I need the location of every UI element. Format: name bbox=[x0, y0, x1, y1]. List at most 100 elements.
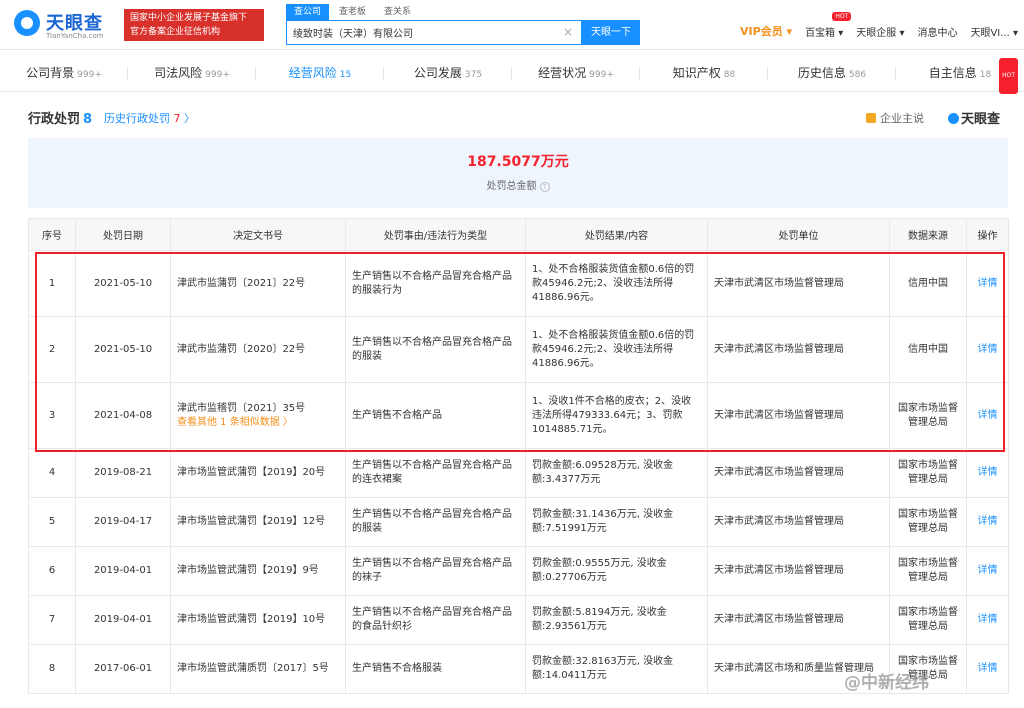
detail-link[interactable]: 详情 bbox=[978, 344, 998, 355]
enterprise-link[interactable]: 天眼企服 ▾ bbox=[856, 24, 904, 39]
cell-source: 国家市场监督管理总局 bbox=[889, 595, 967, 645]
detail-link[interactable]: 详情 bbox=[978, 614, 998, 625]
cell-date: 2019-04-17 bbox=[75, 497, 171, 547]
tab-operational-risk[interactable]: 经营风险 15 bbox=[256, 56, 384, 91]
cell-unit: 天津市武清区市场监督管理局 bbox=[707, 595, 890, 645]
cell-unit: 天津市武清区市场监督管理局 bbox=[707, 497, 890, 547]
cell-date: 2019-04-01 bbox=[75, 595, 171, 645]
dimension-tabs: 公司背景 999+ 司法风险 999+ 经营风险 15 公司发展 375 经营状况 999… bbox=[0, 56, 1024, 94]
corp-says-link[interactable]: 企业主说 bbox=[866, 110, 924, 126]
tab-intellectual-property[interactable]: 知识产权 88 bbox=[640, 56, 768, 91]
cell-date: 2017-06-01 bbox=[75, 644, 171, 694]
promo-line-2: 官方备案企业征信机构 bbox=[130, 27, 221, 37]
enterprise-label: 天眼企服 bbox=[856, 27, 897, 39]
cell-result: 1、处不合格服装货值金额0.6倍的罚款45946.2元;2、没收违法所得4188… bbox=[525, 316, 708, 383]
detail-link[interactable]: 详情 bbox=[978, 565, 998, 576]
tab-label: 经营状况 bbox=[538, 66, 587, 80]
search-button[interactable]: 天眼一下 bbox=[582, 20, 640, 45]
table-row: 5 2019-04-17 津市场监管武蒲罚【2019】12号 生产销售以不合格产… bbox=[28, 497, 1009, 547]
detail-link[interactable]: 详情 bbox=[978, 278, 998, 289]
tab-self-info[interactable]: 自主信息 18 HOT bbox=[896, 56, 1024, 94]
cell-reason: 生产销售以不合格产品冒充合格产品的服装 bbox=[345, 316, 526, 383]
table-row: 1 2021-05-10 津武市监蒲罚〔2021〕22号 生产销售以不合格产品冒… bbox=[28, 250, 1009, 317]
detail-link[interactable]: 详情 bbox=[978, 410, 998, 421]
cell-reason: 生产销售以不合格产品冒充合格产品的连衣裙案 bbox=[345, 448, 526, 498]
detail-link[interactable]: 详情 bbox=[978, 467, 998, 478]
cell-no: 8 bbox=[28, 644, 76, 694]
detail-link[interactable]: 详情 bbox=[978, 516, 998, 527]
promo-banner[interactable]: 国家中小企业发展子基金旗下 官方备案企业征信机构 bbox=[124, 9, 264, 41]
tab-count: 586 bbox=[848, 70, 867, 80]
cell-no: 2 bbox=[28, 316, 76, 383]
tab-company-background[interactable]: 公司背景 999+ bbox=[0, 56, 128, 91]
cell-action: 详情 bbox=[966, 644, 1009, 694]
promo-line-1: 国家中小企业发展子基金旗下 bbox=[130, 13, 248, 23]
tab-label: 公司背景 bbox=[26, 66, 75, 80]
tab-count: 375 bbox=[464, 70, 483, 80]
total-penalty-label: 处罚总金额? bbox=[28, 177, 1008, 192]
cell-reason: 生产销售不合格服装 bbox=[345, 644, 526, 694]
section-title: 行政处罚 8 bbox=[28, 108, 92, 127]
cell-no: 7 bbox=[28, 595, 76, 645]
cell-unit: 天津市武清区市场监督管理局 bbox=[707, 546, 890, 596]
cell-unit: 天津市武清区市场监督管理局 bbox=[707, 316, 890, 383]
cell-source: 信用中国 bbox=[889, 250, 967, 317]
table-row: 2 2021-05-10 津武市监蒲罚〔2020〕22号 生产销售以不合格产品冒… bbox=[28, 316, 1009, 383]
tab-history-info[interactable]: 历史信息 586 bbox=[768, 56, 896, 91]
message-center-link[interactable]: 消息中心 bbox=[917, 24, 957, 39]
vip-link[interactable]: VIP会员 ▾ bbox=[740, 23, 792, 39]
top-nav: VIP会员 ▾ 百宝箱 ▾ HOT 天眼企服 ▾ 消息中心 天眼VI... ▾ bbox=[727, 11, 1018, 42]
search-input[interactable] bbox=[287, 21, 557, 44]
tab-judicial-risk[interactable]: 司法风险 999+ bbox=[128, 56, 256, 91]
table-header-row: 序号 处罚日期 决定文书号 处罚事由/违法行为类型 处罚结果/内容 处罚单位 数… bbox=[28, 218, 1009, 251]
cell-result: 1、没收1件不合格的皮衣；2、没收违法所得479333.64元；3、罚款1014… bbox=[525, 382, 708, 449]
tab-business-status[interactable]: 经营状况 999+ bbox=[512, 56, 640, 91]
similar-data-link[interactable]: 查看其他 1 条相似数据 〉 bbox=[177, 416, 339, 430]
cell-unit: 天津市武清区市场监督管理局 bbox=[707, 448, 890, 498]
tab-count: 88 bbox=[723, 70, 736, 80]
tab-label: 公司发展 bbox=[413, 66, 462, 80]
col-header-action: 操作 bbox=[966, 218, 1009, 251]
logo[interactable]: 天眼查 TianYanCha.com bbox=[14, 8, 118, 42]
cell-doc-text: 津武市监稽罚〔2021〕35号 bbox=[177, 402, 306, 414]
eye-icon bbox=[14, 10, 40, 36]
watermark: @中新经纬 bbox=[844, 673, 929, 693]
hot-badge: HOT bbox=[999, 58, 1018, 94]
detail-link[interactable]: 详情 bbox=[978, 663, 998, 674]
history-label: 历史行政处罚 bbox=[104, 112, 170, 125]
clear-icon[interactable]: × bbox=[563, 25, 573, 39]
tab-count: 999+ bbox=[205, 70, 230, 80]
col-header-date: 处罚日期 bbox=[75, 218, 171, 251]
penalty-summary: 187.5077万元 处罚总金额? bbox=[28, 138, 1008, 208]
col-header-doc: 决定文书号 bbox=[170, 218, 346, 251]
tab-company-development[interactable]: 公司发展 375 bbox=[384, 56, 512, 91]
cell-no: 6 bbox=[28, 546, 76, 596]
cell-reason: 生产销售以不合格产品冒充合格产品的食品针织衫 bbox=[345, 595, 526, 645]
cell-action: 详情 bbox=[966, 497, 1009, 547]
section-count: 8 bbox=[83, 112, 93, 127]
user-label: 天眼VI... bbox=[970, 27, 1010, 39]
search-tab-boss[interactable]: 查老板 bbox=[331, 4, 374, 20]
cell-source: 国家市场监督管理总局 bbox=[889, 448, 967, 498]
baibaoxiang-label: 百宝箱 bbox=[805, 27, 836, 39]
search-tab-relation[interactable]: 查关系 bbox=[376, 4, 419, 20]
tab-label: 经营风险 bbox=[288, 66, 337, 80]
baibaoxiang-link[interactable]: 百宝箱 ▾ HOT bbox=[805, 11, 852, 39]
question-icon[interactable]: ? bbox=[539, 182, 550, 192]
cell-doc: 津武市监蒲罚〔2020〕22号 bbox=[170, 316, 346, 383]
search-type-tabs: 查公司 查老板 查关系 bbox=[286, 4, 419, 20]
cell-source: 国家市场监督管理总局 bbox=[889, 382, 967, 449]
user-menu[interactable]: 天眼VI... ▾ bbox=[970, 24, 1018, 39]
cell-date: 2019-04-01 bbox=[75, 546, 171, 596]
tab-label: 历史信息 bbox=[797, 66, 846, 80]
megaphone-icon bbox=[866, 113, 876, 123]
cell-result: 罚款金额:0.9555万元, 没收金额:0.27706万元 bbox=[525, 546, 708, 596]
cell-reason: 生产销售以不合格产品冒充合格产品的袜子 bbox=[345, 546, 526, 596]
logo-url: TianYanCha.com bbox=[46, 32, 104, 40]
col-header-reason: 处罚事由/违法行为类型 bbox=[345, 218, 526, 251]
tab-count: 999+ bbox=[589, 70, 614, 80]
search-tab-company[interactable]: 查公司 bbox=[286, 4, 330, 20]
col-header-result: 处罚结果/内容 bbox=[525, 218, 708, 251]
history-penalty-link[interactable]: 历史行政处罚 7 〉 bbox=[104, 110, 195, 126]
hot-badge: HOT bbox=[832, 11, 852, 21]
